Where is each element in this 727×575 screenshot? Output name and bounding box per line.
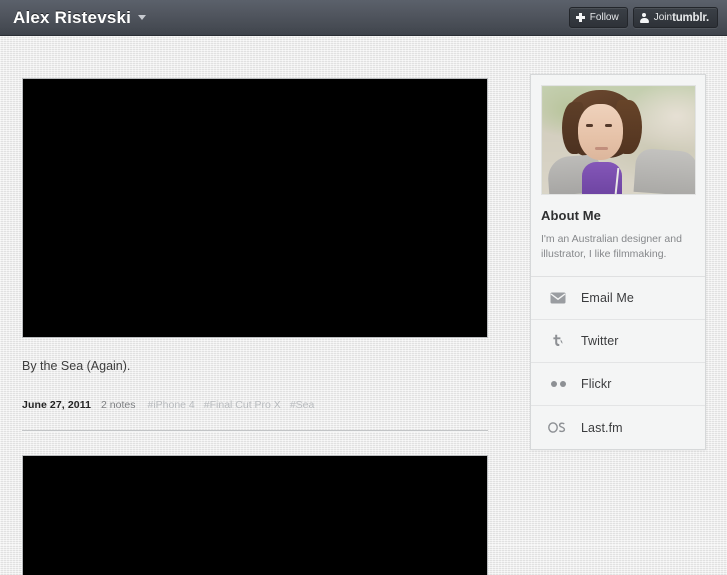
sidebar-item-label: Twitter (581, 334, 619, 348)
top-bar-actions: Follow Join tumblr. (568, 7, 718, 28)
post-video-player[interactable] (22, 78, 488, 338)
post-tag[interactable]: #Sea (290, 399, 315, 411)
envelope-icon (547, 292, 569, 304)
plus-icon (575, 13, 585, 22)
sidebar: About Me I'm an Australian designer and … (530, 74, 706, 450)
post-item: By the Sea (Again). June 27, 2011 2 note… (22, 78, 488, 431)
blog-title-menu[interactable]: Alex Ristevski (13, 8, 147, 28)
avatar (541, 85, 696, 195)
flickr-dots-icon (547, 381, 569, 387)
post-video-player[interactable] (22, 455, 488, 575)
sidebar-item-email[interactable]: Email Me (531, 277, 705, 320)
sidebar-item-flickr[interactable]: Flickr (531, 363, 705, 406)
post-caption: By the Sea (Again). (22, 359, 131, 373)
sidebar-item-twitter[interactable]: Twitter (531, 320, 705, 363)
join-button-brand: tumblr. (672, 11, 709, 24)
twitter-bird-icon (547, 334, 569, 348)
top-bar: Alex Ristevski Follow Join tumblr. (0, 0, 727, 36)
post-tag[interactable]: #Final Cut Pro X (204, 399, 281, 411)
chevron-down-icon (138, 15, 147, 20)
post-meta: June 27, 2011 2 notes #iPhone 4 #Final C… (22, 399, 488, 411)
sidebar-item-label: Email Me (581, 291, 634, 305)
follow-button[interactable]: Follow (568, 7, 628, 28)
sidebar-item-label: Flickr (581, 377, 612, 391)
post-tag[interactable]: #iPhone 4 (147, 399, 194, 411)
person-icon (639, 12, 649, 23)
post-date[interactable]: June 27, 2011 (22, 399, 91, 411)
sidebar-about-section: About Me I'm an Australian designer and … (531, 75, 705, 276)
post-column: By the Sea (Again). June 27, 2011 2 note… (22, 78, 488, 575)
sidebar-links: Email Me Twitter Flickr Last.fm (531, 276, 705, 449)
follow-button-label: Follow (589, 12, 619, 23)
post-notes-count[interactable]: 2 notes (101, 399, 135, 411)
sidebar-item-lastfm[interactable]: Last.fm (531, 406, 705, 449)
about-me-description: I'm an Australian designer and illustrat… (541, 233, 682, 260)
blog-title-label: Alex Ristevski (13, 8, 132, 27)
join-button-label: Join (653, 12, 673, 23)
sidebar-item-label: Last.fm (581, 420, 623, 435)
post-item (22, 455, 488, 575)
about-me-heading: About Me (541, 208, 602, 223)
lastfm-icon (547, 422, 569, 433)
post-divider (22, 430, 488, 431)
join-tumblr-button[interactable]: Join tumblr. (632, 7, 718, 28)
